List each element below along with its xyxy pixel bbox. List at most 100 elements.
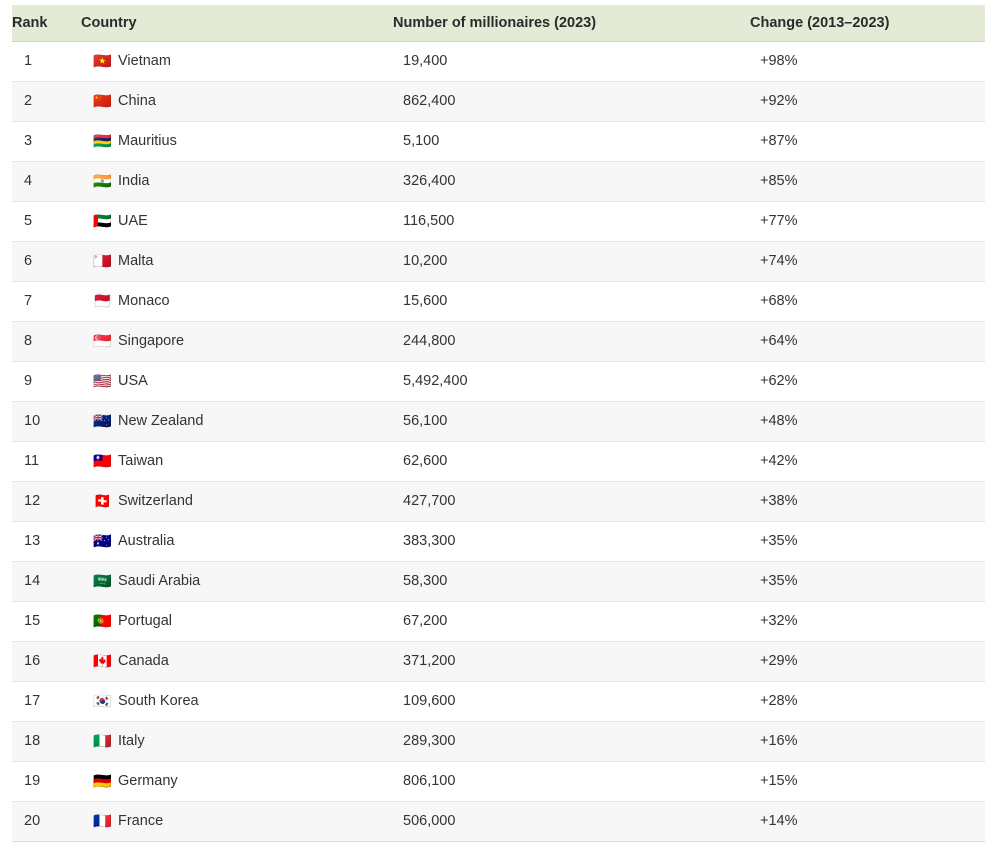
cell-rank: 1 — [12, 41, 81, 82]
cell-number-of-millionaires: 19,400 — [393, 41, 750, 82]
cell-country: 🇩🇪 Germany — [81, 761, 393, 802]
millionaires-value: 5,100 — [403, 133, 440, 149]
change-value: +92% — [760, 93, 798, 109]
flag-malta-icon: 🇲🇹 — [93, 251, 112, 270]
rank-value: 13 — [24, 533, 41, 549]
rank-value: 14 — [24, 573, 41, 589]
cell-country: 🇦🇪 UAE — [81, 201, 393, 242]
rank-value: 19 — [24, 773, 41, 789]
table-row: 8 🇸🇬 Singapore 244,800 +64% — [12, 321, 985, 362]
country-cell: 🇳🇿 New Zealand — [93, 413, 392, 429]
table-row: 18 🇮🇹 Italy 289,300 +16% — [12, 721, 985, 762]
flag-switzerland-icon: 🇨🇭 — [93, 491, 112, 510]
change-value: +87% — [760, 133, 798, 149]
cell-change: +87% — [750, 121, 985, 162]
change-value: +42% — [760, 453, 798, 469]
country-name: Taiwan — [118, 452, 164, 469]
country-cell: 🇮🇳 India — [93, 171, 392, 190]
country-cell: 🇩🇪 Germany — [93, 772, 392, 789]
rank-value: 4 — [24, 173, 33, 189]
cell-rank: 6 — [12, 241, 81, 282]
millionaires-value: 67,200 — [403, 613, 448, 629]
cell-change: +48% — [750, 401, 985, 442]
cell-country: 🇨🇭 Switzerland — [81, 481, 393, 522]
cell-country: 🇲🇨 Monaco — [81, 281, 393, 322]
millionaires-value: 116,500 — [403, 213, 455, 229]
flag-china-icon: 🇨🇳 — [93, 91, 112, 110]
change-value: +74% — [760, 253, 798, 269]
flag-portugal-icon: 🇵🇹 — [93, 611, 112, 630]
flag-monaco-icon: 🇲🇨 — [93, 291, 112, 310]
country-cell: 🇦🇺 Australia — [93, 532, 392, 549]
country-cell: 🇨🇦 Canada — [93, 651, 392, 670]
cell-country: 🇲🇹 Malta — [81, 241, 393, 282]
flag-usa-icon: 🇺🇸 — [93, 371, 112, 390]
cell-number-of-millionaires: 5,100 — [393, 121, 750, 162]
table-row: 5 🇦🇪 UAE 116,500 +77% — [12, 201, 985, 242]
rank-value: 15 — [24, 613, 41, 629]
cell-rank: 2 — [12, 81, 81, 122]
flag-mauritius-icon: 🇲🇺 — [93, 131, 112, 150]
cell-country: 🇨🇦 Canada — [81, 641, 393, 682]
change-value: +62% — [760, 373, 798, 389]
millionaires-value: 109,600 — [403, 693, 456, 709]
millionaires-value: 506,000 — [403, 813, 456, 829]
rank-value: 17 — [24, 693, 41, 709]
cell-rank: 16 — [12, 641, 81, 682]
country-name: Australia — [118, 532, 175, 549]
cell-rank: 13 — [12, 521, 81, 562]
table-header: Rank Country Number of millionaires (202… — [12, 5, 985, 42]
table-body: 1 🇻🇳 Vietnam 19,400 +98% 2 🇨🇳 China 862,400 +92% 3… — [12, 41, 985, 842]
country-name: Germany — [118, 772, 178, 789]
change-value: +14% — [760, 813, 798, 829]
table-row: 19 🇩🇪 Germany 806,100 +15% — [12, 761, 985, 802]
table-row: 10 🇳🇿 New Zealand 56,100 +48% — [12, 401, 985, 442]
flag-singapore-icon: 🇸🇬 — [93, 331, 112, 350]
column-header-rank: Rank — [12, 5, 81, 42]
country-name: Switzerland — [118, 492, 193, 509]
cell-change: +15% — [750, 761, 985, 802]
country-name: Portugal — [118, 612, 173, 629]
cell-change: +98% — [750, 41, 985, 82]
cell-country: 🇰🇷 South Korea — [81, 681, 393, 722]
table-row: 12 🇨🇭 Switzerland 427,700 +38% — [12, 481, 985, 522]
cell-change: +85% — [750, 161, 985, 202]
table-row: 15 🇵🇹 Portugal 67,200 +32% — [12, 601, 985, 642]
cell-country: 🇺🇸 USA — [81, 361, 393, 402]
cell-change: +92% — [750, 81, 985, 122]
country-name: Monaco — [118, 292, 170, 309]
rank-value: 20 — [24, 813, 41, 829]
cell-rank: 17 — [12, 681, 81, 722]
cell-rank: 19 — [12, 761, 81, 802]
flag-vietnam-icon: 🇻🇳 — [93, 51, 112, 70]
cell-number-of-millionaires: 15,600 — [393, 281, 750, 322]
rank-value: 11 — [24, 453, 40, 469]
country-name: Saudi Arabia — [118, 572, 201, 589]
change-value: +28% — [760, 693, 798, 709]
cell-change: +29% — [750, 641, 985, 682]
table-row: 11 🇹🇼 Taiwan 62,600 +42% — [12, 441, 985, 482]
change-value: +15% — [760, 773, 798, 789]
change-value: +68% — [760, 293, 798, 309]
millionaires-value: 5,492,400 — [403, 373, 468, 389]
cell-rank: 10 — [12, 401, 81, 442]
table-row: 16 🇨🇦 Canada 371,200 +29% — [12, 641, 985, 682]
millionaires-value: 244,800 — [403, 333, 456, 349]
table-header-row: Rank Country Number of millionaires (202… — [12, 5, 985, 42]
cell-country: 🇮🇳 India — [81, 161, 393, 202]
country-name: Italy — [118, 732, 145, 749]
millionaires-value: 862,400 — [403, 93, 456, 109]
millionaires-value: 427,700 — [403, 493, 456, 509]
rank-value: 12 — [24, 493, 41, 509]
country-cell: 🇲🇹 Malta — [93, 251, 392, 270]
country-name: Vietnam — [118, 52, 171, 69]
cell-change: +16% — [750, 721, 985, 762]
table-row: 4 🇮🇳 India 326,400 +85% — [12, 161, 985, 202]
column-header-change: Change (2013–2023) — [750, 5, 985, 42]
cell-number-of-millionaires: 58,300 — [393, 561, 750, 602]
flag-canada-icon: 🇨🇦 — [93, 651, 112, 670]
flag-india-icon: 🇮🇳 — [93, 171, 112, 190]
millionaires-value: 289,300 — [403, 733, 456, 749]
table-row: 14 🇸🇦 Saudi Arabia 58,300 +35% — [12, 561, 985, 602]
column-header-country: Country — [81, 5, 393, 42]
